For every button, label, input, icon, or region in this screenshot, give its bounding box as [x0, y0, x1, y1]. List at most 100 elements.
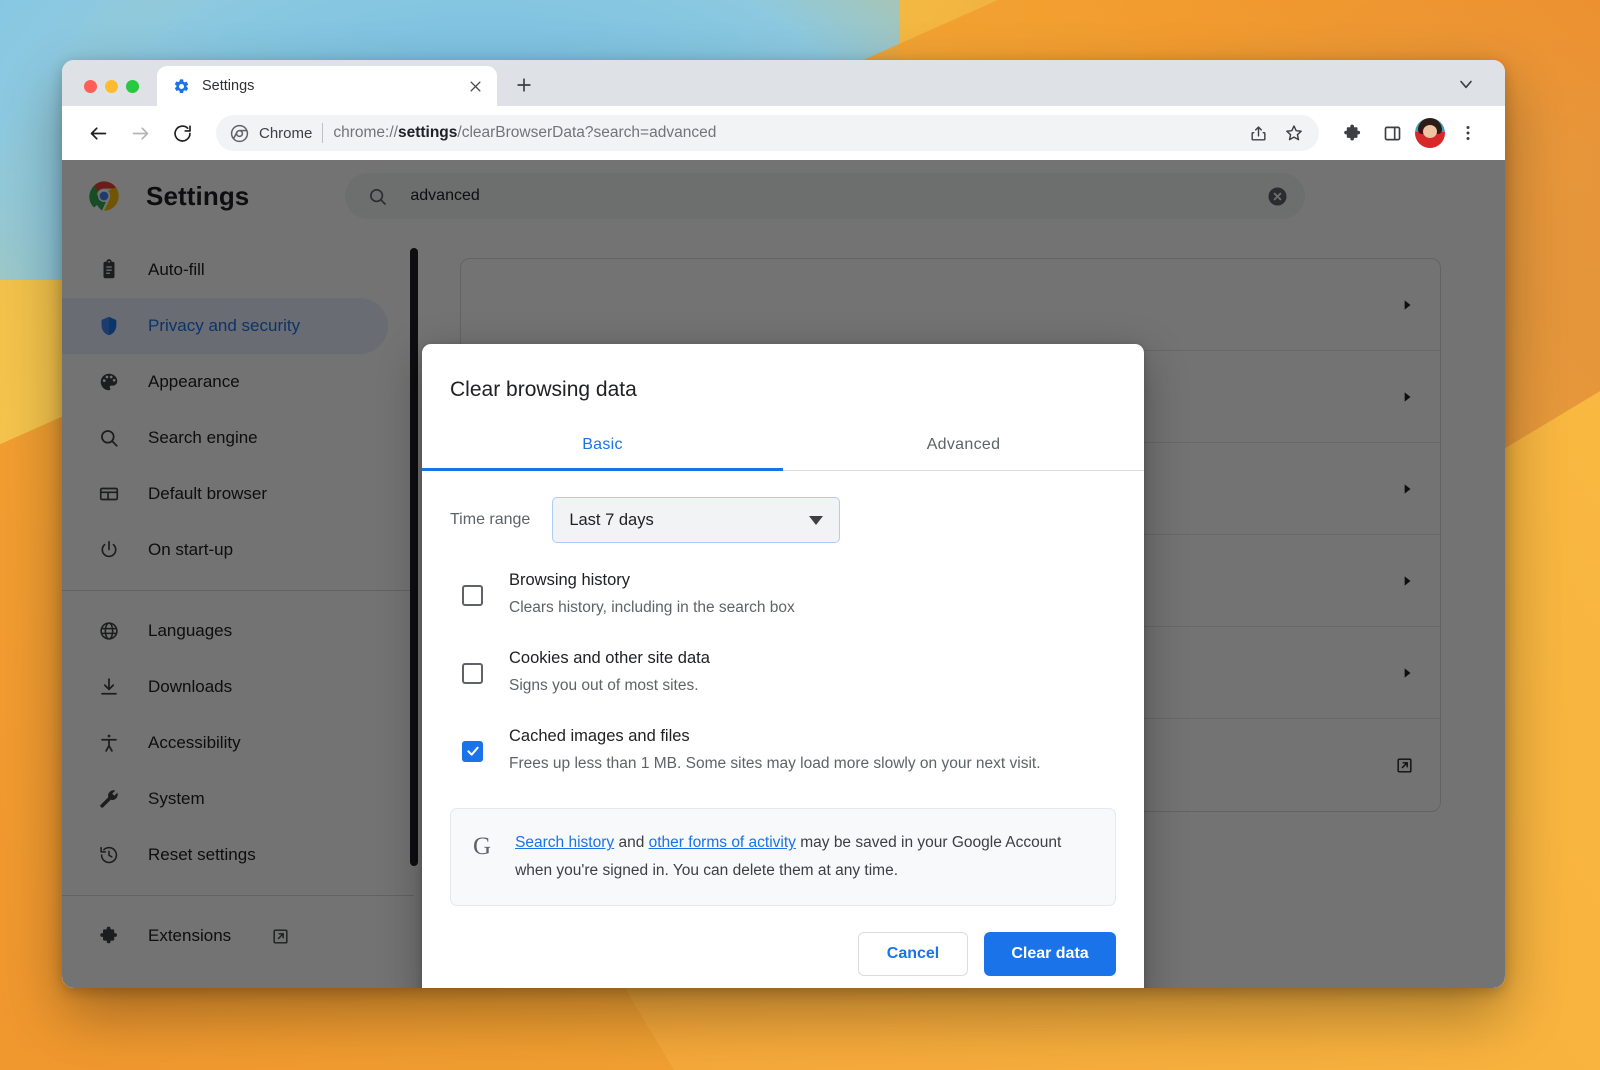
sidebar-item-label: Accessibility: [148, 733, 241, 753]
tab-settings[interactable]: Settings: [157, 66, 497, 106]
sidebar-item-search-engine[interactable]: Search engine: [62, 410, 414, 466]
clipboard-icon: [98, 259, 120, 281]
checkbox-row-browsing-history[interactable]: Browsing history Clears history, includi…: [450, 557, 1116, 635]
omnibox-site-name: Chrome: [259, 125, 312, 142]
maximize-window-button[interactable]: [126, 80, 139, 93]
sidebar-item-label: Reset settings: [148, 845, 256, 865]
browser-window: Settings: [62, 60, 1505, 988]
search-history-link[interactable]: Search history: [515, 834, 614, 851]
sidebar-item-system[interactable]: System: [62, 771, 414, 827]
shield-icon: [98, 315, 120, 337]
time-range-row: Time range Last 7 days: [450, 497, 1116, 543]
sidebar-item-on-start-up[interactable]: On start-up: [62, 522, 414, 578]
puzzle-icon[interactable]: [1335, 116, 1369, 150]
other-forms-of-activity-link[interactable]: other forms of activity: [649, 834, 796, 851]
sidebar-item-label: Appearance: [148, 372, 240, 392]
checkbox-texts: Cookies and other site data Signs you ou…: [509, 649, 1116, 699]
sidebar-item-label: Extensions: [148, 926, 231, 946]
checkbox-cached-images-and-files[interactable]: [462, 741, 483, 762]
google-note-mid: and: [614, 834, 648, 851]
search-icon: [367, 186, 388, 207]
chevron-right-icon[interactable]: [1400, 666, 1414, 680]
close-window-button[interactable]: [84, 80, 97, 93]
sidebar-item-appearance[interactable]: Appearance: [62, 354, 414, 410]
external-link-icon[interactable]: [1395, 756, 1414, 775]
back-arrow-icon[interactable]: [80, 115, 116, 151]
checkbox-row-cached-images[interactable]: Cached images and files Frees up less th…: [450, 713, 1116, 791]
sidebar-scrollbar[interactable]: [410, 248, 418, 866]
magnifier-icon: [98, 427, 120, 449]
history-restore-icon: [98, 844, 120, 866]
sidebar-item-label: Search engine: [148, 428, 258, 448]
download-icon: [98, 676, 120, 698]
dialog-tabs: Basic Advanced: [422, 424, 1144, 471]
settings-sidebar: Auto-fill Privacy and security: [62, 232, 414, 988]
external-link-icon[interactable]: [271, 927, 290, 946]
time-range-select[interactable]: Last 7 days: [552, 497, 840, 543]
chevron-right-icon[interactable]: [1400, 390, 1414, 404]
dialog-body: Time range Last 7 days Browsing history …: [422, 471, 1144, 906]
forward-arrow-icon[interactable]: [122, 115, 158, 151]
dialog-title: Clear browsing data: [422, 344, 1144, 424]
close-icon[interactable]: [465, 76, 485, 96]
sidebar-item-privacy-and-security[interactable]: Privacy and security: [62, 298, 388, 354]
cancel-button[interactable]: Cancel: [858, 932, 968, 976]
gear-icon: [173, 78, 190, 95]
chevron-right-icon[interactable]: [1400, 482, 1414, 496]
address-bar[interactable]: Chrome chrome://settings/clearBrowserDat…: [216, 115, 1319, 151]
tab-advanced[interactable]: Advanced: [783, 424, 1144, 470]
share-icon[interactable]: [1243, 118, 1273, 148]
sidebar-item-reset-settings[interactable]: Reset settings: [62, 827, 414, 883]
time-range-label: Time range: [450, 511, 530, 529]
tab-strip: Settings: [62, 60, 1505, 106]
page-title: Settings: [146, 181, 249, 212]
sidebar-item-default-browser[interactable]: Default browser: [62, 466, 414, 522]
chevron-down-icon[interactable]: [1453, 71, 1479, 97]
time-range-value: Last 7 days: [569, 511, 809, 530]
clear-circle-icon[interactable]: [1266, 185, 1289, 208]
chevron-right-icon[interactable]: [1400, 574, 1414, 588]
star-icon[interactable]: [1279, 118, 1309, 148]
omnibox-actions: [1243, 118, 1313, 148]
checkbox-cookies-and-other-site-data[interactable]: [462, 663, 483, 684]
new-tab-button[interactable]: [507, 68, 541, 102]
tab-basic[interactable]: Basic: [422, 424, 783, 470]
sidebar-item-label: Languages: [148, 621, 232, 641]
avatar[interactable]: [1415, 118, 1445, 148]
palette-icon: [98, 371, 120, 393]
sidebar-item-label: On start-up: [148, 540, 233, 560]
sidebar-item-auto-fill[interactable]: Auto-fill: [62, 242, 414, 298]
reload-icon[interactable]: [164, 115, 200, 151]
checkbox-title: Browsing history: [509, 571, 1116, 590]
power-icon: [98, 539, 120, 561]
row-texts: [487, 302, 1384, 307]
chevron-right-icon[interactable]: [1400, 298, 1414, 312]
checkbox-subtitle: Signs you out of most sites.: [509, 674, 1116, 699]
accessibility-icon: [98, 732, 120, 754]
minimize-window-button[interactable]: [105, 80, 118, 93]
sidebar-item-extensions[interactable]: Extensions: [62, 908, 414, 964]
sidebar-item-accessibility[interactable]: Accessibility: [62, 715, 414, 771]
kebab-menu-icon[interactable]: [1451, 116, 1485, 150]
checkbox-texts: Cached images and files Frees up less th…: [509, 727, 1116, 777]
google-note-text: Search history and other forms of activi…: [515, 829, 1093, 884]
sidebar-item-label: System: [148, 789, 205, 809]
checkbox-title: Cached images and files: [509, 727, 1116, 746]
checkbox-browsing-history[interactable]: [462, 585, 483, 606]
checkbox-subtitle: Clears history, including in the search …: [509, 596, 1116, 621]
table-row[interactable]: [461, 259, 1440, 351]
url-prefix: chrome://: [333, 124, 398, 141]
puzzle-icon: [98, 925, 120, 947]
sidebar-item-label: Auto-fill: [148, 260, 205, 280]
search-value: advanced: [410, 187, 1244, 205]
chevron-down-icon: [809, 516, 823, 525]
clear-data-button[interactable]: Clear data: [984, 932, 1116, 976]
sidebar-divider: [62, 590, 414, 591]
sidebar-item-languages[interactable]: Languages: [62, 603, 414, 659]
checkbox-row-cookies[interactable]: Cookies and other site data Signs you ou…: [450, 635, 1116, 713]
tab-active-underline: [422, 468, 783, 471]
sidebar-item-downloads[interactable]: Downloads: [62, 659, 414, 715]
search-input[interactable]: advanced: [345, 173, 1305, 219]
side-panel-icon[interactable]: [1375, 116, 1409, 150]
google-account-note: G Search history and other forms of acti…: [450, 808, 1116, 905]
